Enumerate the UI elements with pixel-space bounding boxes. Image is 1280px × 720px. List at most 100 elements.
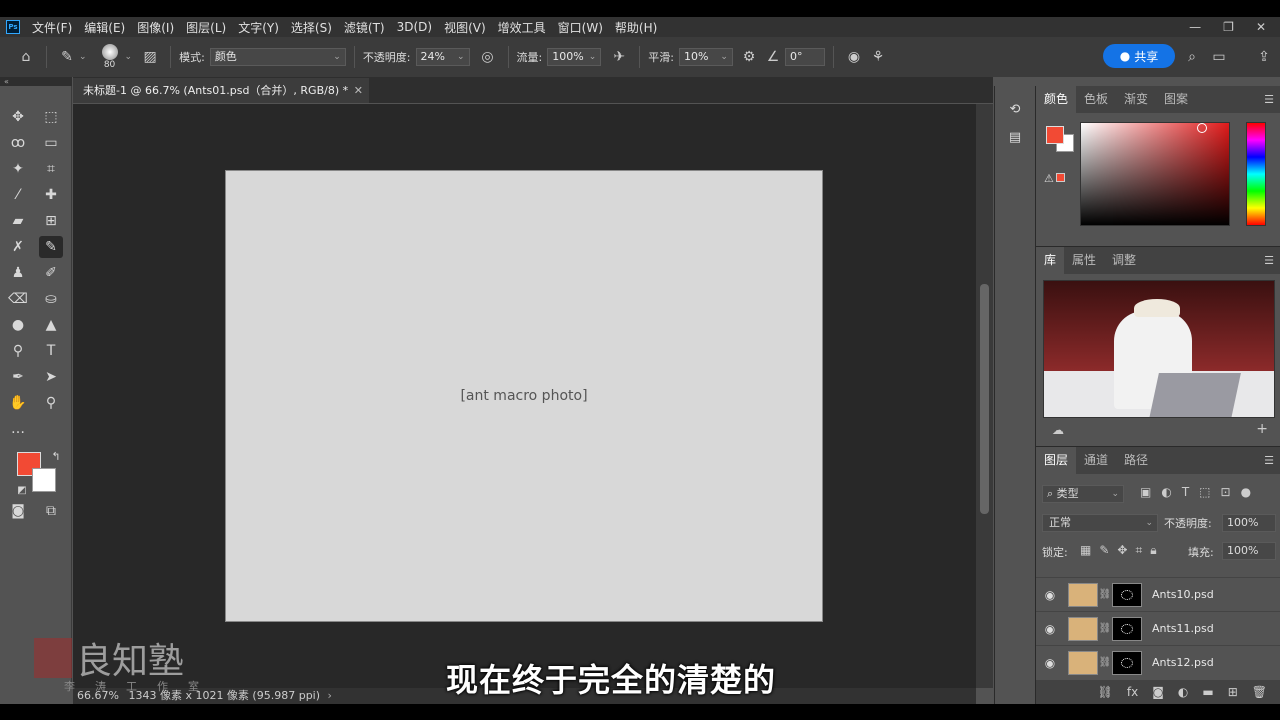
background-color-swatch[interactable] — [32, 468, 56, 492]
opacity-input[interactable]: 24% ⌄ — [415, 48, 470, 66]
pressure-opacity-icon[interactable]: ◎ — [476, 49, 500, 65]
filter-pixel-icon[interactable]: ▣ — [1140, 485, 1151, 499]
sharpen-tool-icon[interactable]: ▲ — [39, 314, 63, 336]
bandage-tool-icon[interactable]: ▰ — [6, 210, 30, 232]
flow-input[interactable]: 100% ⌄ — [547, 48, 602, 66]
brush-size-picker[interactable]: 80 — [95, 44, 125, 70]
export-icon[interactable]: ⇪ — [1252, 49, 1276, 65]
workspace-icon[interactable]: ▭ — [1207, 49, 1231, 65]
filter-adjustment-icon[interactable]: ◐ — [1161, 485, 1171, 499]
zoom-tool-icon[interactable]: ⚲ — [39, 392, 63, 414]
cloud-sync-icon[interactable]: ☁ — [1052, 423, 1064, 437]
chevron-down-icon[interactable]: ⌄ — [125, 52, 133, 62]
path-selection-tool-icon[interactable]: ➤ — [39, 366, 63, 388]
mode-select[interactable]: 颜色 ⌄ — [209, 48, 346, 66]
history-icon[interactable]: ⟲ — [1003, 98, 1027, 122]
visibility-eye-icon[interactable]: ◉ — [1036, 588, 1064, 602]
layer-mask-thumbnail[interactable] — [1112, 582, 1142, 607]
menu-filter[interactable]: 滤镜(T) — [338, 19, 391, 36]
share-button[interactable]: ● 共享 — [1103, 44, 1175, 68]
gear-icon[interactable]: ⚙ — [737, 49, 761, 65]
tab-patterns[interactable]: 图案 — [1156, 86, 1196, 113]
filter-toggle-icon[interactable]: ● — [1241, 485, 1251, 499]
quick-mask-icon[interactable]: ◙ — [6, 500, 30, 522]
move-tool-icon[interactable]: ✥ — [6, 106, 30, 128]
eyedropper-tool-icon[interactable]: ⁄ — [6, 184, 30, 206]
pen-tool-icon[interactable]: ✒ — [6, 366, 30, 388]
marquee-tool-icon[interactable]: ▭ — [39, 132, 63, 154]
link-layers-icon[interactable]: ⛓ — [1098, 685, 1113, 699]
color-picker-field[interactable] — [1080, 122, 1230, 226]
lock-transparency-icon[interactable]: ▦ — [1080, 543, 1091, 558]
tab-channels[interactable]: 通道 — [1076, 447, 1116, 474]
frame-tool-icon[interactable]: ⊞ — [39, 210, 63, 232]
canvas-area[interactable]: [ant macro photo] — [73, 104, 976, 688]
tab-color[interactable]: 颜色 — [1036, 86, 1077, 113]
brush-tool-icon[interactable]: ✎ — [39, 236, 63, 258]
dodge-tool-icon[interactable]: ⚲ — [6, 340, 30, 362]
add-mask-icon[interactable]: ◙ — [1152, 685, 1164, 699]
menu-edit[interactable]: 编辑(E) — [78, 19, 131, 36]
layer-mask-thumbnail[interactable] — [1112, 650, 1142, 675]
clone-stamp-tool-icon[interactable]: ♟ — [6, 262, 30, 284]
comments-icon[interactable]: ▤ — [1003, 126, 1027, 150]
layer-row[interactable]: ◉ ⛓ Ants12.psd — [1036, 645, 1280, 679]
add-icon[interactable]: + — [1256, 421, 1268, 437]
lock-position-icon[interactable]: ✥ — [1117, 543, 1127, 558]
tab-libraries[interactable]: 库 — [1036, 247, 1065, 274]
toolbar-collapse-toggle[interactable]: « — [0, 77, 72, 86]
home-icon[interactable]: ⌂ — [14, 49, 38, 65]
chevron-right-icon[interactable]: › — [328, 689, 332, 702]
tab-swatches[interactable]: 色板 — [1076, 86, 1116, 113]
panel-menu-icon[interactable]: ☰ — [1264, 93, 1274, 106]
visibility-eye-icon[interactable]: ◉ — [1036, 656, 1064, 670]
menu-help[interactable]: 帮助(H) — [609, 19, 663, 36]
pressure-size-icon[interactable]: ◉ — [842, 49, 866, 65]
menu-file[interactable]: 文件(F) — [26, 19, 78, 36]
hue-slider[interactable] — [1246, 122, 1266, 226]
panel-menu-icon[interactable]: ☰ — [1264, 454, 1274, 467]
tab-layers[interactable]: 图层 — [1036, 447, 1077, 474]
crop-tool-icon[interactable]: ⌗ — [39, 158, 63, 180]
tab-paths[interactable]: 路径 — [1116, 447, 1156, 474]
adjustment-layer-icon[interactable]: ◐ — [1178, 685, 1188, 699]
tab-adjustments[interactable]: 调整 — [1104, 247, 1144, 274]
layer-row[interactable]: ◉ ⛓ Ants11.psd — [1036, 611, 1280, 645]
tab-properties[interactable]: 属性 — [1064, 247, 1104, 274]
menu-view[interactable]: 视图(V) — [438, 19, 492, 36]
fill-input[interactable]: 100% — [1222, 542, 1276, 560]
menu-3d[interactable]: 3D(D) — [391, 20, 438, 34]
default-colors-icon[interactable]: ◩ — [10, 480, 34, 502]
restore-button[interactable]: ❐ — [1223, 20, 1234, 34]
magic-wand-tool-icon[interactable]: ✦ — [6, 158, 30, 180]
airbrush-icon[interactable]: ✈ — [607, 49, 631, 65]
more-tools-icon[interactable]: … — [6, 418, 30, 440]
panel-foreground-swatch[interactable] — [1046, 126, 1064, 144]
menu-plugins[interactable]: 增效工具 — [492, 19, 552, 36]
minimize-button[interactable]: — — [1189, 20, 1201, 34]
lock-artboard-icon[interactable]: ⌗ — [1135, 543, 1142, 558]
angle-input[interactable]: 0° — [784, 48, 825, 66]
layer-style-icon[interactable]: fx — [1127, 685, 1138, 699]
mask-link-icon[interactable]: ⛓ — [1098, 589, 1112, 600]
mask-link-icon[interactable]: ⛓ — [1098, 657, 1112, 668]
screen-mode-icon[interactable]: ⧉ — [39, 500, 63, 522]
color-picker-cursor[interactable] — [1197, 123, 1207, 133]
smoothing-input[interactable]: 10% ⌄ — [678, 48, 733, 66]
menu-select[interactable]: 选择(S) — [285, 19, 338, 36]
eraser-tool-icon[interactable]: ⌫ — [6, 288, 30, 310]
panel-menu-icon[interactable]: ☰ — [1264, 254, 1274, 267]
layer-row[interactable]: ◉ ⛓ Ants10.psd — [1036, 577, 1280, 611]
lock-paint-icon[interactable]: ✎ — [1099, 543, 1109, 558]
layer-opacity-input[interactable]: 100% — [1222, 514, 1276, 532]
close-button[interactable]: ✕ — [1256, 20, 1266, 34]
delete-layer-icon[interactable]: 🗑︎ — [1252, 685, 1267, 699]
filter-smart-object-icon[interactable]: ⊡ — [1221, 485, 1231, 499]
visibility-eye-icon[interactable]: ◉ — [1036, 622, 1064, 636]
content-aware-move-icon[interactable]: ✗ — [6, 236, 30, 258]
close-icon[interactable]: ✕ — [354, 78, 363, 103]
new-layer-icon[interactable]: ⊞ — [1228, 685, 1238, 699]
canvas-vertical-scrollbar[interactable] — [976, 104, 993, 688]
menu-type[interactable]: 文字(Y) — [232, 19, 285, 36]
menu-layer[interactable]: 图层(L) — [180, 19, 232, 36]
